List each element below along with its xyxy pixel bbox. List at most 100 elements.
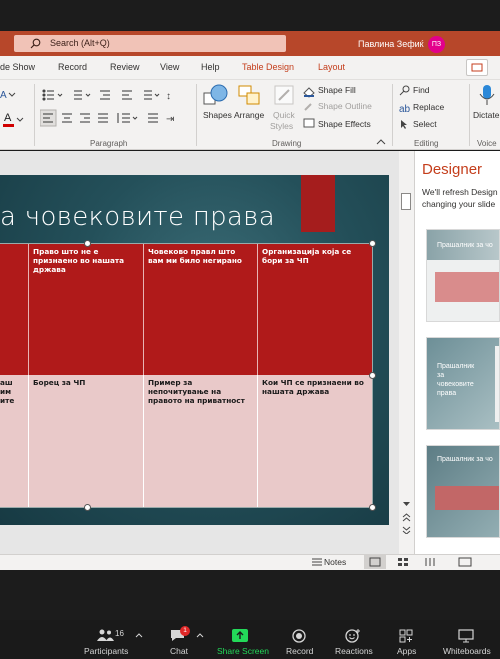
- shape-effects-button[interactable]: Shape Effects: [318, 119, 371, 129]
- editing-group-label: Editing: [414, 139, 439, 148]
- scrollbar-thumb[interactable]: [401, 193, 411, 210]
- reactions-icon: [345, 629, 360, 643]
- find-button[interactable]: Find: [413, 85, 430, 95]
- resize-handle[interactable]: [369, 240, 376, 247]
- slide-accent-shape: [301, 175, 335, 232]
- resize-handle[interactable]: [369, 372, 376, 379]
- chevron-up-icon[interactable]: [196, 632, 204, 638]
- resize-handle[interactable]: [84, 504, 91, 511]
- whiteboards-button[interactable]: Whiteboards: [443, 646, 491, 656]
- chevron-up-icon[interactable]: [135, 632, 143, 638]
- search-icon: [30, 38, 41, 49]
- apps-icon: [399, 629, 413, 643]
- svg-text:⇥: ⇥: [166, 114, 174, 125]
- thumb-title: за: [437, 372, 445, 379]
- chat-badge: 1: [180, 626, 190, 636]
- table-header-cell[interactable]: [0, 244, 29, 375]
- shapes-button[interactable]: Shapes: [203, 110, 232, 120]
- table-cell[interactable]: аш им ите: [0, 375, 29, 507]
- quick-styles-label-2[interactable]: Styles: [270, 121, 293, 131]
- comments-button[interactable]: [466, 59, 488, 76]
- collapse-ribbon-icon[interactable]: [376, 137, 386, 147]
- chat-button[interactable]: Chat: [170, 646, 188, 656]
- designer-desc-line: We'll refresh Design: [422, 187, 498, 197]
- thumb-title: човековите: [437, 381, 474, 388]
- design-idea-thumbnail[interactable]: Прашалник за човековите права: [426, 337, 500, 430]
- slide-title[interactable]: а човековите права: [0, 202, 275, 232]
- dictate-button[interactable]: Dictate: [473, 110, 499, 120]
- svg-text:A: A: [4, 112, 12, 124]
- tab-review[interactable]: Review: [110, 62, 140, 72]
- design-idea-thumbnail[interactable]: Прашалник за чо: [426, 445, 500, 538]
- tab-view[interactable]: View: [160, 62, 179, 72]
- tab-table-design[interactable]: Table Design: [242, 62, 294, 72]
- thumb-title: права: [437, 390, 457, 397]
- microphone-icon: [479, 85, 495, 105]
- share-screen-icon: [232, 629, 248, 642]
- shape-outline-button[interactable]: Shape Outline: [318, 101, 372, 111]
- share-screen-button[interactable]: Share Screen: [217, 646, 269, 656]
- whiteboard-icon: [458, 629, 474, 643]
- drawing-group-label: Drawing: [272, 139, 302, 148]
- resize-handle[interactable]: [369, 504, 376, 511]
- search-box[interactable]: Search (Alt+Q): [14, 35, 286, 52]
- svg-text:A: A: [0, 90, 7, 101]
- record-icon: [292, 629, 306, 643]
- notes-icon: [312, 558, 322, 566]
- avatar[interactable]: ПЗ: [428, 36, 445, 53]
- designer-description: We'll refresh Design changing your slide: [422, 186, 498, 210]
- arrange-icon: [238, 85, 260, 105]
- user-name[interactable]: Павлина Зефиќ: [358, 39, 424, 49]
- apps-button[interactable]: Apps: [397, 646, 416, 656]
- ribbon-separator: [392, 84, 393, 146]
- shapes-icon: [203, 84, 228, 105]
- ribbon-separator: [196, 84, 197, 146]
- thumb-title: Прашалник: [437, 363, 475, 370]
- table-header-cell[interactable]: Организација која се бори за ЧП: [258, 244, 372, 375]
- designer-title: Designer: [422, 161, 483, 178]
- select-button[interactable]: Select: [413, 119, 437, 129]
- table-header-cell[interactable]: Човеково прaвл што вам ми било негирано: [144, 244, 258, 375]
- scroll-arrows-icon[interactable]: [401, 498, 412, 534]
- participants-count: 16: [115, 629, 124, 638]
- quick-styles-icon: [274, 85, 294, 105]
- svg-text:↕: ↕: [166, 91, 171, 102]
- table-cell[interactable]: Пример за непочитување на правото на при…: [144, 375, 258, 507]
- thumb-title: Прашалник за чо: [437, 456, 493, 463]
- resize-handle[interactable]: [84, 240, 91, 247]
- thumb-table: [435, 486, 499, 510]
- thumb-panel: [495, 346, 499, 422]
- tab-layout[interactable]: Layout: [318, 62, 345, 72]
- shape-fill-button[interactable]: Shape Fill: [318, 85, 356, 95]
- comment-icon: [471, 63, 483, 72]
- design-idea-thumbnail[interactable]: Прашалник за чо: [426, 229, 500, 322]
- participants-button[interactable]: Participants: [84, 646, 128, 656]
- reactions-button[interactable]: Reactions: [335, 646, 373, 656]
- table-header-cell[interactable]: Право што не е признаено во нашата држав…: [29, 244, 144, 375]
- tab-record[interactable]: Record: [58, 62, 87, 72]
- editing-icons: ab: [399, 85, 411, 129]
- font-controls-icon[interactable]: A A: [0, 86, 34, 146]
- table-cell[interactable]: Борец за ЧП: [29, 375, 144, 507]
- paragraph-controls-icon[interactable]: ↕ ⇥: [40, 86, 190, 134]
- view-buttons-icon[interactable]: [364, 555, 500, 569]
- table-cell[interactable]: Кои ЧП се признаени во нашата држава: [258, 375, 372, 507]
- thumb-table: [435, 272, 499, 302]
- tab-slide-show[interactable]: de Show: [0, 62, 35, 72]
- search-placeholder: Search (Alt+Q): [50, 38, 110, 48]
- arrange-button[interactable]: Arrange: [234, 110, 264, 120]
- svg-text:ab: ab: [399, 104, 411, 115]
- participants-icon: [97, 629, 114, 641]
- notes-button[interactable]: Notes: [324, 557, 346, 567]
- shape-format-icons: [303, 87, 315, 128]
- ribbon-separator: [34, 84, 35, 146]
- designer-desc-line: changing your slide: [422, 199, 496, 209]
- tab-help[interactable]: Help: [201, 62, 220, 72]
- replace-button[interactable]: Replace: [413, 102, 444, 112]
- ribbon-separator: [469, 84, 470, 146]
- quick-styles-label-1[interactable]: Quick: [273, 110, 295, 120]
- record-button[interactable]: Record: [286, 646, 313, 656]
- voice-group-label: Voice: [477, 139, 497, 148]
- vertical-scrollbar[interactable]: [399, 151, 414, 554]
- thumb-title: Прашалник за чо: [437, 242, 493, 249]
